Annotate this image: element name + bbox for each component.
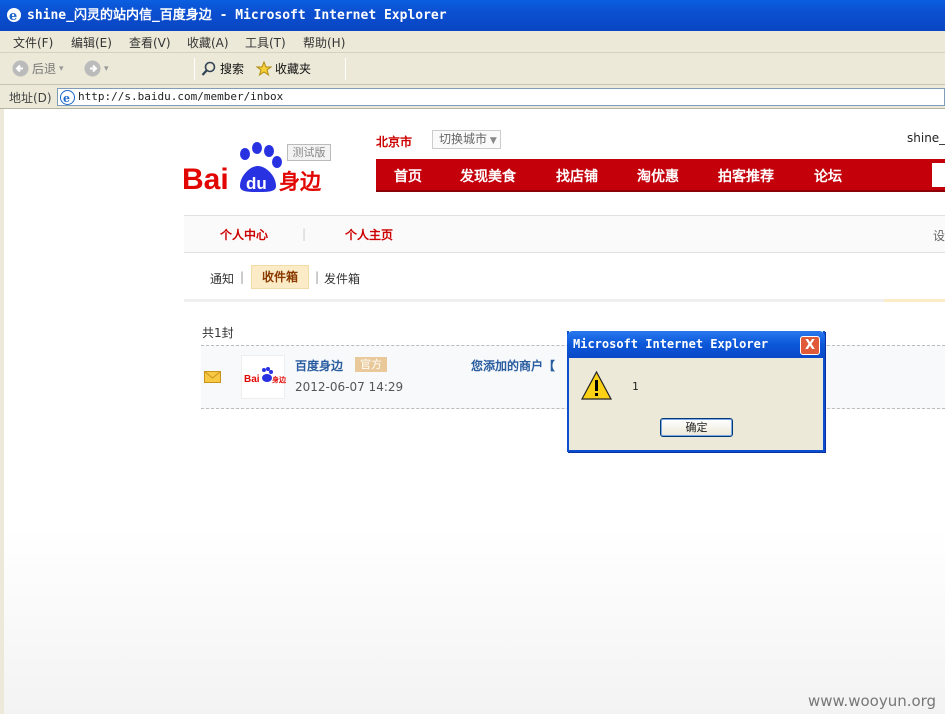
nav-item-home[interactable]: 首页 [394,166,422,186]
back-label: 后退 [32,62,57,76]
nav-item-forum[interactable]: 论坛 [814,166,842,186]
chevron-down-icon: ▼ [487,136,497,146]
back-button[interactable]: 后退 ▾ [12,60,64,77]
baidu-avatar-logo: Bai 身边 [244,367,287,385]
subtab-outbox[interactable]: 发件箱 [324,270,360,287]
message-count: 共1封 [202,326,234,340]
tab-divider: | [302,227,307,241]
official-badge: 官方 [355,357,387,372]
address-label: 地址(D) [9,91,52,105]
sender-avatar[interactable]: Bai 身边 [241,355,287,399]
menu-edit[interactable]: 编辑(E) [71,34,112,51]
menu-file[interactable]: 文件(F) [13,34,53,51]
window-title-bar: shine_闪灵的站内信_百度身边 - Microsoft Internet E… [0,0,945,31]
menu-bar: 文件(F) 编辑(E) 查看(V) 收藏(A) 工具(T) 帮助(H) [0,31,945,53]
search-icon [201,61,216,76]
svg-text:e: e [63,92,70,105]
subtab-inbox[interactable]: 收件箱 [251,265,309,289]
ie-icon: e [7,8,21,23]
dialog-message: 1 [632,380,639,393]
nav-search-input[interactable] [932,163,945,187]
star-icon [256,60,272,76]
svg-text:Bai: Bai [244,374,260,385]
page-ie-icon: e [60,90,75,105]
tab-personal-homepage[interactable]: 个人主页 [345,226,393,243]
profile-tabs [184,215,945,253]
subtab-notice[interactable]: 通知 [210,270,234,287]
forward-arrow-icon [84,60,101,77]
forward-button[interactable]: ▾ [84,60,109,77]
back-arrow-icon [12,60,29,77]
message-time: 2012-06-07 14:29 [295,380,404,394]
divider [184,299,945,302]
ok-button[interactable]: 确定 [660,418,733,437]
close-icon[interactable]: X [800,336,820,355]
menu-view[interactable]: 查看(V) [129,34,171,51]
city-switch-label: 切换城市 [439,132,488,146]
city-switch-button[interactable]: 切换城市 ▼ [432,130,501,149]
warning-icon [581,370,612,400]
menu-help[interactable]: 帮助(H) [303,34,345,51]
nav-item-recommend[interactable]: 拍客推荐 [718,166,774,186]
settings-link[interactable]: 设 [933,227,945,244]
menu-favorites[interactable]: 收藏(A) [187,34,229,51]
subtab-separator: | [240,270,245,284]
svg-text:e: e [9,9,17,23]
search-label: 搜索 [220,62,245,76]
divider-accent [884,299,945,302]
watermark: www.wooyun.org [808,692,937,710]
address-input[interactable]: http://s.baidu.com/member/inbox [57,88,945,106]
message-subject[interactable]: 您添加的商户【 [471,357,555,374]
nav-item-food[interactable]: 发现美食 [460,166,516,186]
test-version-badge: 测试版 [287,144,331,161]
svg-text:身边: 身边 [271,375,286,384]
logo-text-bai: Bai [182,163,229,196]
search-button[interactable]: 搜索 [201,60,244,77]
nav-item-deals[interactable]: 淘优惠 [637,166,679,186]
tab-personal-center[interactable]: 个人中心 [220,226,268,243]
favorites-button[interactable]: 收藏夹 [256,60,311,77]
logo-text-du: du [246,174,267,193]
current-city: 北京市 [376,135,413,149]
toolbar: 后退▾ ▾ 搜索 收藏夹 ▾ [0,53,945,130]
window-title: shine_闪灵的站内信_百度身边 - Microsoft Internet E… [27,8,447,23]
sender-name[interactable]: 百度身边 [295,357,343,374]
dialog-title: Microsoft Internet Explorer [567,331,825,358]
forward-dropdown-icon[interactable]: ▾ [104,64,109,74]
envelope-icon [204,371,221,383]
menu-tools[interactable]: 工具(T) [245,34,286,51]
back-dropdown-icon[interactable]: ▾ [59,64,64,74]
main-nav: 首页 发现美食 找店铺 淘优惠 拍客推荐 论坛 [376,159,945,192]
username[interactable]: shine_ [907,131,945,145]
logo-text-cn: 身边 [279,170,322,194]
favorites-label: 收藏夹 [275,62,312,76]
nav-item-shops[interactable]: 找店铺 [556,166,598,186]
subtab-separator: | [315,270,320,284]
